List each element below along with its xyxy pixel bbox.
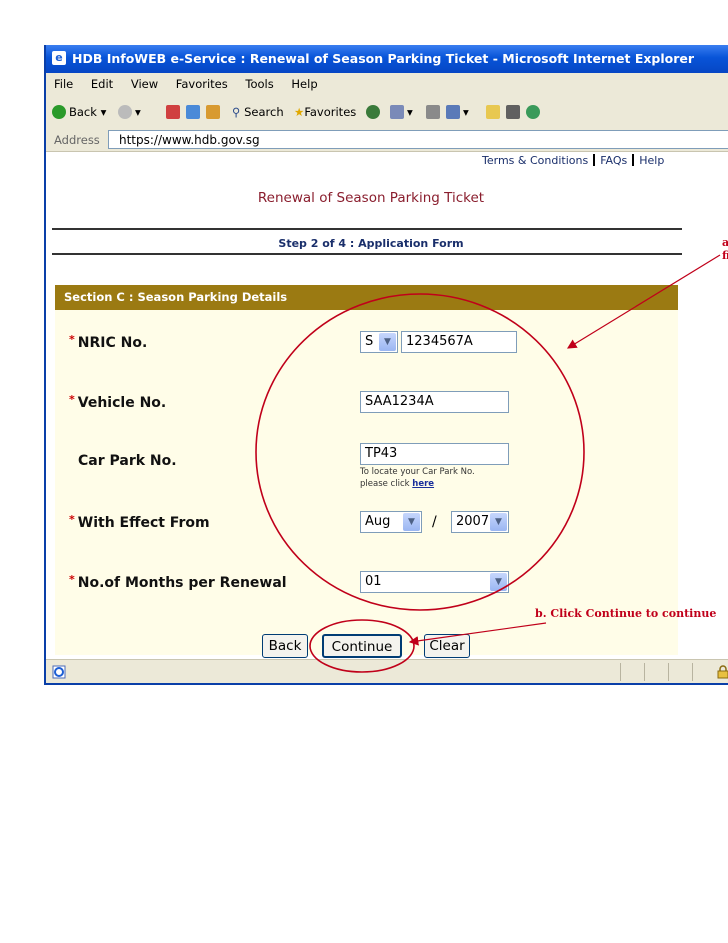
annotation-overlay (255, 254, 721, 673)
annotation-a-arrow (566, 254, 721, 349)
annotation-a-line1: a (722, 236, 728, 249)
form-highlight-ellipse (255, 293, 585, 611)
annotation-b-text: b. Click Continue to continue (535, 607, 717, 620)
annotation-b-arrow (408, 622, 547, 646)
annotation-a-text: a fi (722, 236, 728, 262)
continue-highlight-ellipse (309, 619, 415, 673)
annotation-a-line2: fi (722, 249, 728, 262)
